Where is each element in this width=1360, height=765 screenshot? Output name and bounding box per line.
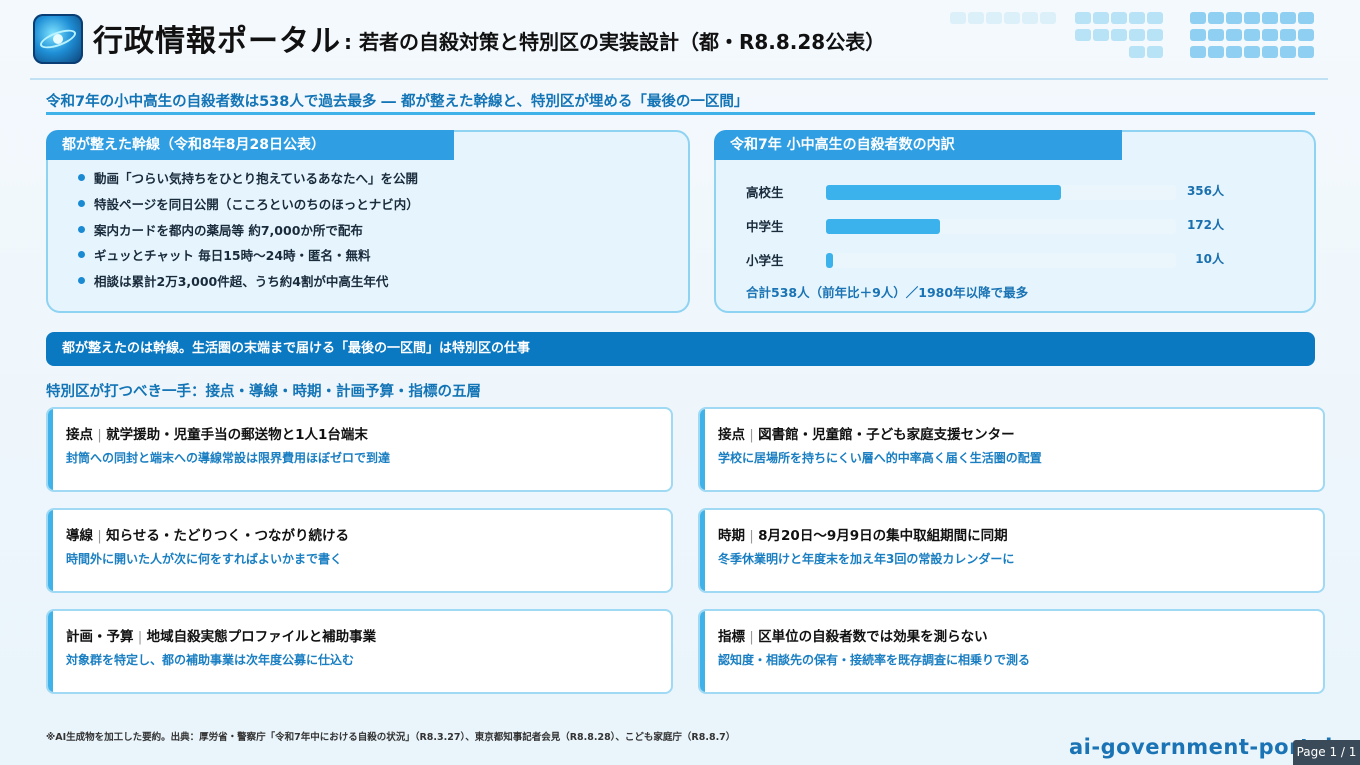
bar-label: 高校生 bbox=[746, 185, 784, 200]
bullet-item: 相談は累計2万3,000件超、うち約4割が中高生年代 bbox=[78, 271, 388, 290]
decorative-block bbox=[1226, 12, 1242, 24]
card-desc: 認知度・相談先の保有・接続率を既存調査に相乗りで測る bbox=[718, 653, 1031, 667]
page-indicator: Page 1 / 1 bbox=[1293, 740, 1360, 765]
card-desc: 時間外に開いた人が次に何をすればよいかまで書く bbox=[66, 552, 343, 566]
decorative-block bbox=[1093, 12, 1109, 24]
decorative-block bbox=[1147, 29, 1163, 41]
header: 行政情報ポータル : 若者の自殺対策と特別区の実装設計（都・R8.8.28公表） bbox=[0, 0, 1360, 78]
decorative-block bbox=[968, 12, 984, 24]
bar-label: 小学生 bbox=[746, 253, 784, 268]
bar-value: 356人 bbox=[1186, 184, 1224, 198]
action-card: 接点 | 図書館・児童館・子ども家庭支援センター 学校に居場所を持ちにくい層へ的… bbox=[698, 407, 1325, 492]
breakdown-panel: 令和7年 小中高生の自殺者数の内訳 高校生 356人 中学生 172人 小学生 … bbox=[714, 130, 1316, 313]
action-card: 導線 | 知らせる・たどりつく・つながり続ける 時間外に開いた人が次に何をすれば… bbox=[46, 508, 673, 593]
decorative-block bbox=[1190, 12, 1206, 24]
decorative-block bbox=[1190, 46, 1206, 58]
card-desc: 封筒への同封と端末への導線常設は限界費用ほぼゼロで到達 bbox=[66, 451, 391, 465]
decorative-block bbox=[1004, 12, 1020, 24]
decorative-block bbox=[1226, 46, 1242, 58]
bullet-dot-icon bbox=[78, 174, 85, 181]
decorative-block bbox=[1298, 46, 1314, 58]
decorative-grid bbox=[950, 12, 1330, 64]
trunk-panel: 都が整えた幹線（令和8年8月28日公表） 動画「つらい気持ちをひとり抱えているあ… bbox=[46, 130, 690, 313]
action-card: 計画・予算 | 地域自殺実態プロファイルと補助事業 対象群を特定し、都の補助事業… bbox=[46, 609, 673, 694]
headline-rule bbox=[46, 112, 1315, 115]
trunk-panel-tab: 都が整えた幹線（令和8年8月28日公表） bbox=[46, 130, 454, 160]
key-message-banner: 都が整えたのは幹線。生活圏の末端まで届ける「最後の一区間」は特別区の仕事 bbox=[46, 332, 1315, 366]
card-title: 時期 | 8月20日〜9月9日の集中取組期間に同期 bbox=[718, 528, 1008, 544]
card-desc: 冬季休業明けと年度末を加え年3回の常設カレンダーに bbox=[718, 552, 1015, 566]
bullet-dot-icon bbox=[78, 277, 85, 284]
source-footnote: ※AI生成物を加工した要約。出典：厚労省・警察庁「令和7年中における自殺の状況」… bbox=[46, 732, 736, 743]
bar-label: 中学生 bbox=[746, 219, 784, 234]
action-card: 時期 | 8月20日〜9月9日の集中取組期間に同期 冬季休業明けと年度末を加え年… bbox=[698, 508, 1325, 593]
bullet-item: 特設ページを同日公開（こころといのちのほっとナビ内） bbox=[78, 194, 419, 213]
breakdown-panel-tab: 令和7年 小中高生の自殺者数の内訳 bbox=[714, 130, 1122, 160]
decorative-block bbox=[1129, 12, 1145, 24]
portal-logo-icon bbox=[33, 14, 83, 64]
card-desc: 学校に居場所を持ちにくい層へ的中率高く届く生活圏の配置 bbox=[718, 451, 1042, 465]
decorative-block bbox=[1190, 29, 1206, 41]
card-desc: 対象群を特定し、都の補助事業は次年度公募に仕込む bbox=[66, 653, 355, 667]
card-title: 接点 | 就学援助・児童手当の郵送物と1人1台端末 bbox=[66, 427, 368, 443]
header-divider bbox=[30, 78, 1328, 80]
decorative-block bbox=[1111, 12, 1127, 24]
decorative-block bbox=[1298, 12, 1314, 24]
bullet-item: 動画「つらい気持ちをひとり抱えているあなたへ」を公開 bbox=[78, 168, 418, 187]
section-heading: 特別区が打つべき一手：接点・導線・時期・計画予算・指標の五層 bbox=[46, 384, 481, 400]
decorative-block bbox=[1280, 29, 1296, 41]
bullet-dot-icon bbox=[78, 200, 85, 207]
action-card: 接点 | 就学援助・児童手当の郵送物と1人1台端末 封筒への同封と端末への導線常… bbox=[46, 407, 673, 492]
decorative-block bbox=[1262, 29, 1278, 41]
decorative-block bbox=[1040, 12, 1056, 24]
decorative-block bbox=[1129, 46, 1145, 58]
bar-track bbox=[826, 253, 1176, 268]
total-note: 合計538人（前年比＋9人）／1980年以降で最多 bbox=[746, 285, 1029, 300]
card-title: 計画・予算 | 地域自殺実態プロファイルと補助事業 bbox=[66, 629, 377, 645]
card-title: 導線 | 知らせる・たどりつく・つながり続ける bbox=[66, 528, 350, 544]
decorative-block bbox=[1280, 46, 1296, 58]
decorative-block bbox=[1208, 12, 1224, 24]
decorative-block bbox=[1022, 12, 1038, 24]
decorative-block bbox=[1226, 29, 1242, 41]
bar-fill bbox=[826, 219, 940, 234]
bar-track bbox=[826, 219, 1176, 234]
card-title: 接点 | 図書館・児童館・子ども家庭支援センター bbox=[718, 427, 1015, 443]
bullet-item: 案内カードを都内の薬局等 約7,000か所で配布 bbox=[78, 220, 363, 239]
decorative-block bbox=[1075, 12, 1091, 24]
decorative-block bbox=[1262, 12, 1278, 24]
decorative-block bbox=[1244, 46, 1260, 58]
decorative-block bbox=[1208, 46, 1224, 58]
bar-fill bbox=[826, 253, 833, 268]
decorative-block bbox=[1111, 29, 1127, 41]
bar-value: 172人 bbox=[1186, 218, 1224, 232]
card-title: 指標 | 区単位の自殺者数では効果を測らない bbox=[718, 629, 988, 645]
bar-fill bbox=[826, 185, 1062, 200]
decorative-block bbox=[1244, 29, 1260, 41]
page-title: 行政情報ポータル bbox=[93, 24, 341, 59]
decorative-block bbox=[1147, 46, 1163, 58]
decorative-block bbox=[1147, 12, 1163, 24]
decorative-block bbox=[986, 12, 1002, 24]
decorative-block bbox=[1262, 46, 1278, 58]
bar-track bbox=[826, 185, 1176, 200]
bullet-dot-icon bbox=[78, 226, 85, 233]
decorative-block bbox=[1280, 12, 1296, 24]
bullet-dot-icon bbox=[78, 251, 85, 258]
action-card: 指標 | 区単位の自殺者数では効果を測らない 認知度・相談先の保有・接続率を既存… bbox=[698, 609, 1325, 694]
decorative-block bbox=[1298, 29, 1314, 41]
decorative-block bbox=[1093, 29, 1109, 41]
decorative-block bbox=[1244, 12, 1260, 24]
bar-value: 10人 bbox=[1195, 252, 1224, 266]
decorative-block bbox=[1208, 29, 1224, 41]
bullet-item: ギュッとチャット 毎日15時〜24時・匿名・無料 bbox=[78, 245, 371, 264]
decorative-block bbox=[1129, 29, 1145, 41]
headline: 令和7年の小中高生の自殺者数は538人で過去最多 ― 都が整えた幹線と、特別区が… bbox=[46, 94, 749, 110]
page-subtitle: : 若者の自殺対策と特別区の実装設計（都・R8.8.28公表） bbox=[344, 30, 886, 54]
decorative-block bbox=[950, 12, 966, 24]
decorative-block bbox=[1075, 29, 1091, 41]
